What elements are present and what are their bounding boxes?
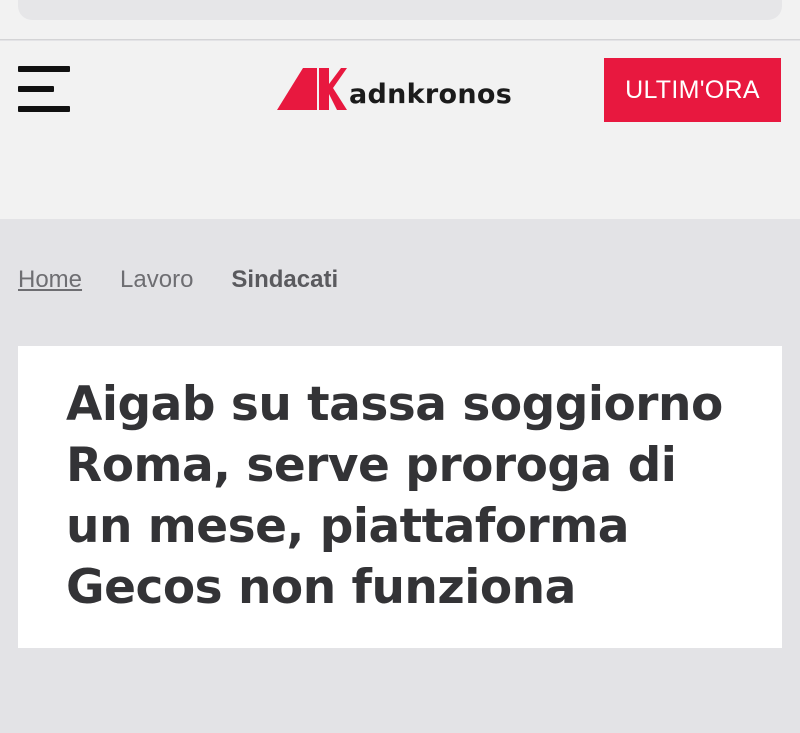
- article-title: Aigab su tassa soggiorno Roma, serve pro…: [66, 377, 723, 615]
- menu-line: [18, 66, 70, 72]
- logo-text: adnkronos: [349, 78, 513, 110]
- breadcrumb-lavoro[interactable]: Lavoro: [120, 266, 193, 294]
- breadcrumb-home[interactable]: Home: [18, 266, 82, 294]
- breadcrumb: Home Lavoro Sindacati: [18, 266, 338, 294]
- site-logo[interactable]: adnkronos: [277, 62, 512, 112]
- top-bar: [18, 0, 782, 20]
- menu-line: [18, 106, 70, 112]
- menu-icon[interactable]: [18, 66, 72, 114]
- article-title-card: Aigab su tassa soggiorno Roma, serve pro…: [18, 346, 782, 648]
- top-strip: [0, 0, 800, 40]
- breadcrumb-sindacati[interactable]: Sindacati: [231, 266, 338, 294]
- ultimora-button[interactable]: ULTIM'ORA: [604, 58, 781, 122]
- logo-mark-icon: [277, 68, 347, 110]
- menu-line: [18, 86, 54, 92]
